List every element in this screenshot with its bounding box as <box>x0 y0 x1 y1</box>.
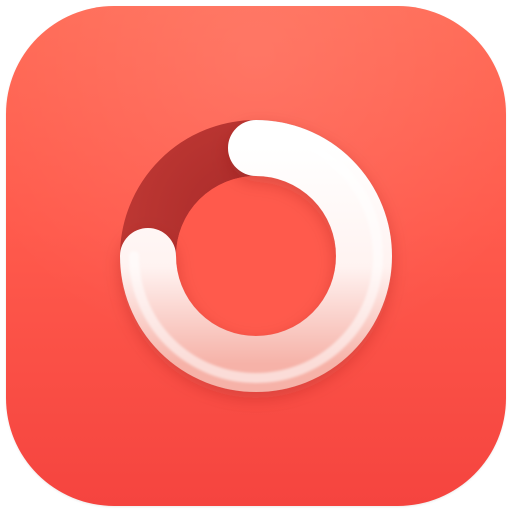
stage <box>0 0 512 512</box>
ring-center <box>176 176 336 336</box>
progress-ring-icon <box>120 120 392 392</box>
